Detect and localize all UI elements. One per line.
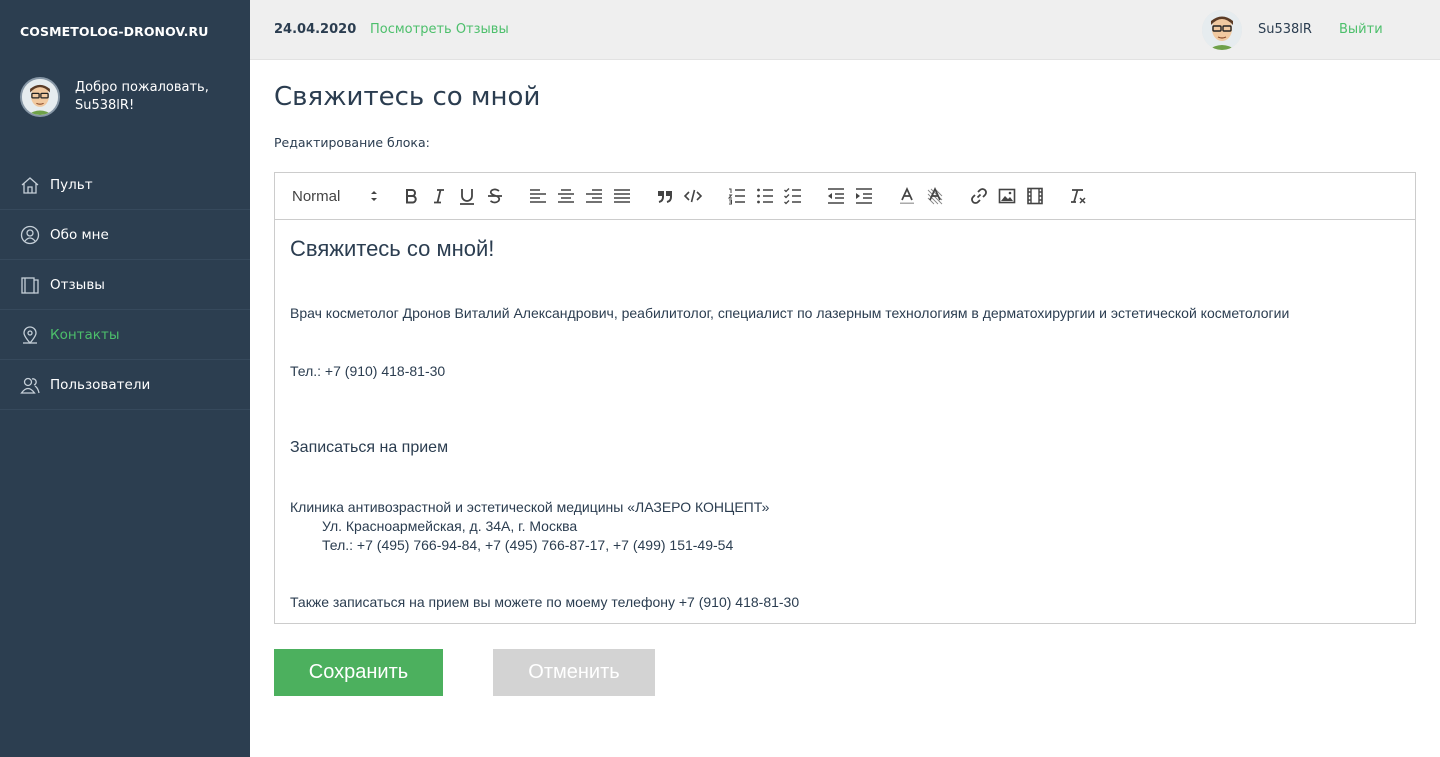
sidebar-item-label: Отзывы [50, 276, 105, 293]
content-clinic: Клиника антивозрастной и эстетической ме… [290, 499, 770, 515]
sidebar-nav: Пульт Обо мне Отзывы Контакты Пользовате… [0, 160, 250, 410]
current-date: 24.04.2020 [274, 22, 357, 37]
content-subheading: Записаться на прием [290, 439, 449, 456]
user-circle-icon [20, 225, 40, 245]
sidebar: COSMETOLOG-DRONOV.RU Добро пожаловать, S… [0, 0, 250, 757]
align-center-icon[interactable] [556, 186, 576, 206]
topbar: 24.04.2020 Посмотреть Отзывы Su538lR Вый… [250, 0, 1440, 60]
image-icon[interactable] [997, 186, 1017, 206]
avatar[interactable] [1202, 10, 1242, 50]
clear-format-icon[interactable] [1068, 186, 1088, 206]
chevron-updown-icon [368, 189, 380, 203]
bold-icon[interactable] [401, 186, 421, 206]
format-select-value: Normal [292, 187, 341, 205]
indent-icon[interactable] [854, 186, 874, 206]
username: Su538lR [1258, 22, 1312, 37]
content-heading: Свяжитесь со мной! [290, 236, 495, 261]
page-title: Свяжитесь со мной [274, 82, 541, 112]
align-justify-icon[interactable] [612, 186, 632, 206]
sidebar-item-contacts[interactable]: Контакты [0, 310, 250, 360]
outdent-icon[interactable] [826, 186, 846, 206]
content-intro: Врач косметолог Дронов Виталий Александр… [290, 305, 1290, 321]
sidebar-item-label: Пульт [50, 176, 93, 193]
block-label: Редактирование блока: [274, 135, 430, 150]
underline-icon[interactable] [457, 186, 477, 206]
ordered-list-icon[interactable] [727, 186, 747, 206]
text-color-icon[interactable] [897, 186, 917, 206]
sidebar-item-label: Пользователи [50, 376, 151, 393]
sidebar-item-dashboard[interactable]: Пульт [0, 160, 250, 210]
align-right-icon[interactable] [584, 186, 604, 206]
welcome-text: Добро пожаловать, Su538lR! [75, 80, 209, 113]
rich-text-editor: Normal Свяжитесь со мной! Врач косметоло… [274, 172, 1416, 624]
content-phone: Тел.: +7 (910) 418-81-30 [290, 363, 446, 379]
align-left-icon[interactable] [528, 186, 548, 206]
editor-toolbar: Normal [275, 173, 1415, 220]
format-select[interactable]: Normal [292, 185, 382, 207]
sidebar-item-users[interactable]: Пользователи [0, 360, 250, 410]
content-address: Ул. Красноармейская, д. 34А, г. Москва [322, 518, 578, 534]
home-icon [20, 175, 40, 195]
welcome-block: Добро пожаловать, Su538lR! [20, 77, 225, 117]
book-icon [20, 275, 40, 295]
video-icon[interactable] [1025, 186, 1045, 206]
view-reviews-link[interactable]: Посмотреть Отзывы [370, 22, 509, 37]
save-button[interactable]: Сохранить [274, 649, 443, 696]
strikethrough-icon[interactable] [485, 186, 505, 206]
logout-link[interactable]: Выйти [1339, 22, 1383, 37]
blockquote-icon[interactable] [655, 186, 675, 206]
bullet-list-icon[interactable] [755, 186, 775, 206]
content-clinic-phones: Тел.: +7 (495) 766-94-84, +7 (495) 766-8… [322, 537, 734, 553]
content-also: Также записаться на прием вы можете по м… [290, 594, 800, 610]
cancel-button[interactable]: Отменить [493, 649, 655, 696]
map-pin-icon [20, 325, 40, 345]
italic-icon[interactable] [429, 186, 449, 206]
background-color-icon[interactable] [925, 186, 945, 206]
sidebar-item-about[interactable]: Обо мне [0, 210, 250, 260]
avatar [20, 77, 60, 117]
check-list-icon[interactable] [783, 186, 803, 206]
sidebar-item-label: Контакты [50, 326, 120, 343]
users-icon [20, 375, 40, 395]
brand-logo[interactable]: COSMETOLOG-DRONOV.RU [20, 24, 209, 39]
code-block-icon[interactable] [683, 186, 703, 206]
sidebar-item-label: Обо мне [50, 226, 109, 243]
sidebar-item-reviews[interactable]: Отзывы [0, 260, 250, 310]
link-icon[interactable] [969, 186, 989, 206]
